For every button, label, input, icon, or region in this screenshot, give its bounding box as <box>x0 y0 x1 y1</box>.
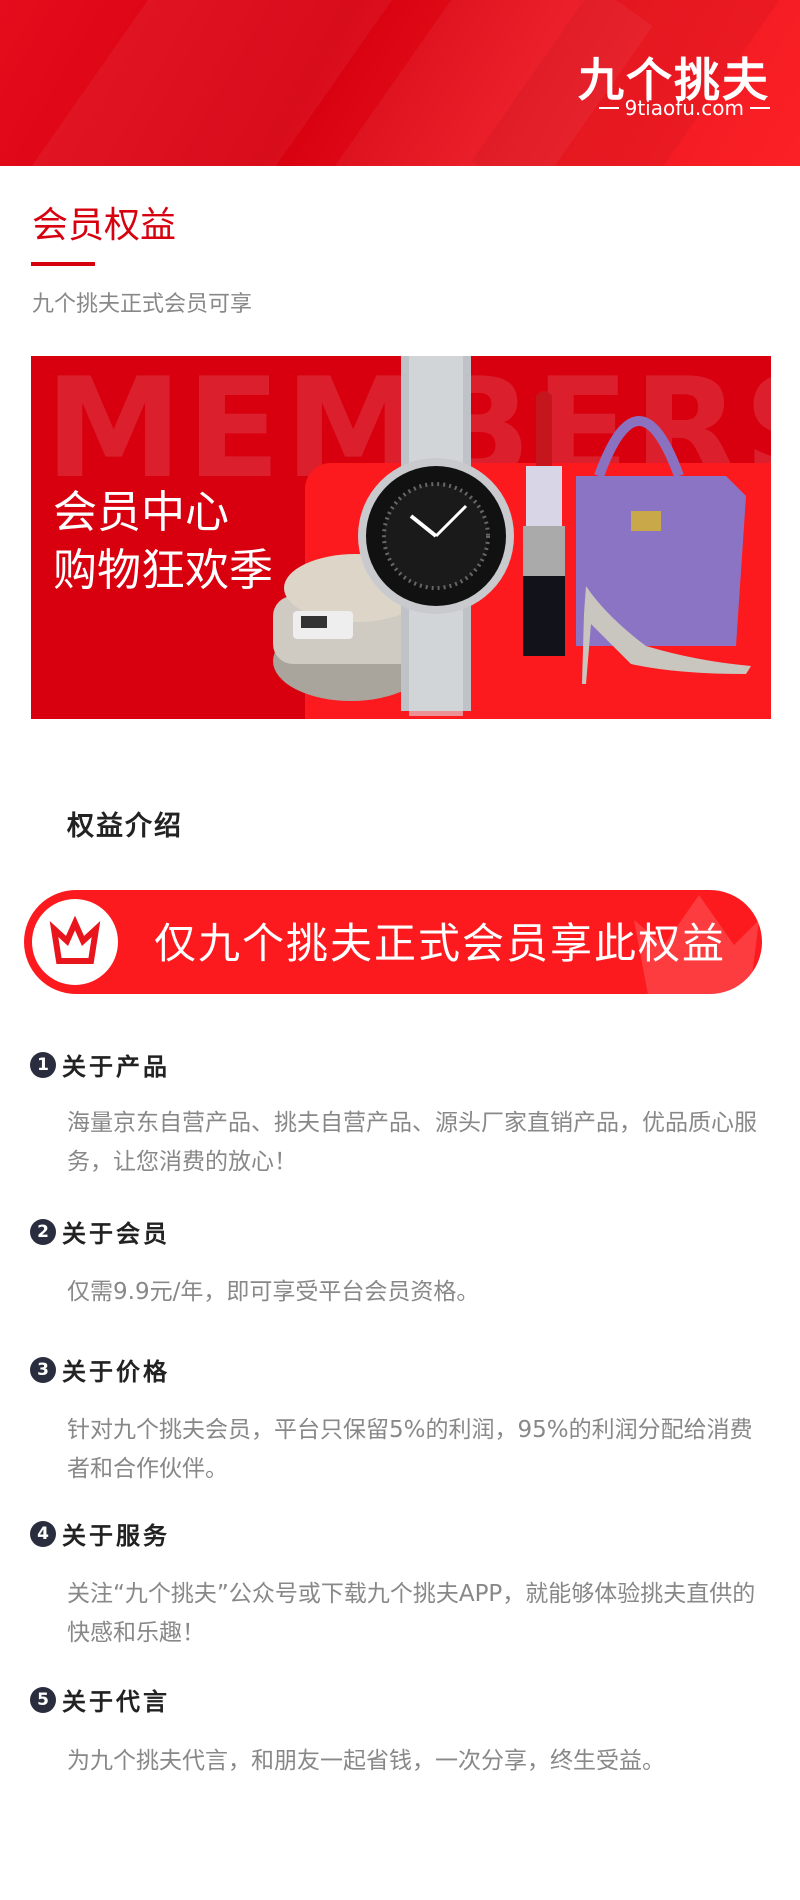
section-heading: 权益介绍 <box>67 811 183 842</box>
benefit-5-body: 为九个挑夫代言，和朋友一起省钱，一次分享，终生受益。 <box>67 1748 665 1774</box>
number-badge: 5 <box>30 1686 56 1713</box>
benefit-5-title: 5 关于代言 <box>30 1682 170 1717</box>
members-only-banner: 仅九个挑夫正式会员享此权益 <box>24 890 762 994</box>
benefit-3-body: 针对九个挑夫会员，平台只保留5%的利润，95%的利润分配给消费者和合作伙伴。 <box>67 1417 753 1482</box>
benefit-title-text: 关于服务 <box>62 1522 170 1550</box>
benefit-1-title: 1 关于产品 <box>30 1047 170 1082</box>
number-badge: 1 <box>30 1051 56 1078</box>
page-subtitle: 九个挑夫正式会员可享 <box>32 292 253 317</box>
benefit-title-text: 关于产品 <box>62 1053 170 1081</box>
number-badge: 3 <box>30 1356 56 1383</box>
page-title: 会员权益 <box>32 205 177 246</box>
crown-icon <box>49 915 101 964</box>
members-only-text: 仅九个挑夫正式会员享此权益 <box>154 919 727 968</box>
benefit-4-body: 关注“九个挑夫”公众号或下载九个挑夫APP，就能够体验挑夫直供的快感和乐趣！ <box>67 1581 756 1646</box>
number-badge: 2 <box>30 1218 56 1245</box>
logo-domain: 9tiaofu.com <box>598 96 770 120</box>
crown-badge <box>32 899 118 985</box>
benefit-title-text: 关于会员 <box>62 1220 170 1248</box>
promo-banner[interactable]: MEMBERSHIP 会员中心 购物狂欢季 <box>31 356 771 719</box>
header-banner: 九个挑夫 9tiaofu.com <box>0 0 800 166</box>
products-illustration <box>273 356 751 716</box>
benefit-2-title: 2 关于会员 <box>30 1214 170 1249</box>
benefit-1-body: 海量京东自营产品、挑夫自营产品、源头厂家直销产品，优品质心服务，让您消费的放心！ <box>67 1110 757 1175</box>
lipstick-icon <box>523 391 565 656</box>
benefit-3-title: 3 关于价格 <box>30 1352 170 1387</box>
benefit-2-body: 仅需9.9元/年，即可享受平台会员资格。 <box>67 1279 480 1305</box>
number-badge: 4 <box>30 1520 56 1547</box>
benefit-4-title: 4 关于服务 <box>30 1516 170 1551</box>
benefit-title-text: 关于代言 <box>62 1688 170 1716</box>
logo-domain-text: 9tiaofu.com <box>624 96 744 120</box>
benefit-title-text: 关于价格 <box>62 1358 170 1386</box>
title-underline <box>31 262 95 266</box>
